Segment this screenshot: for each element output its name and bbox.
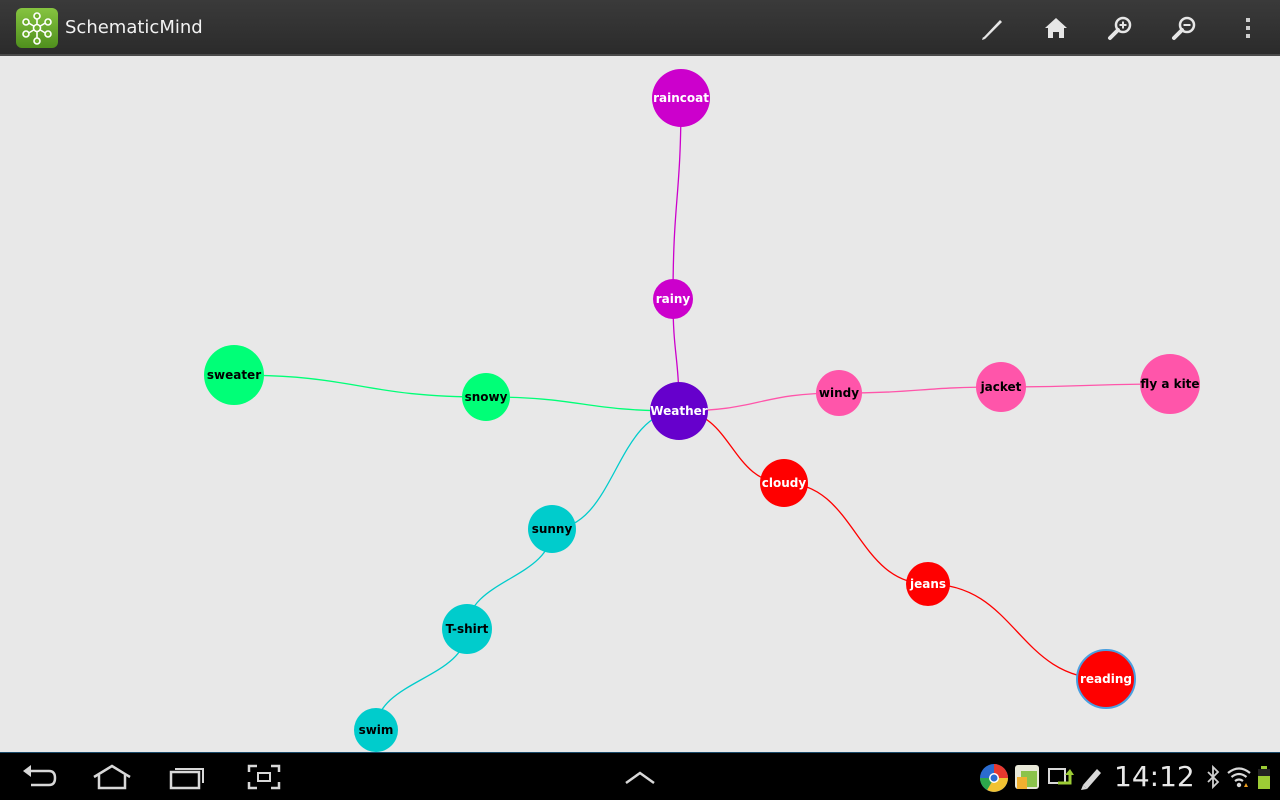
home-button[interactable] xyxy=(1032,6,1080,50)
node-sweater[interactable]: sweater xyxy=(204,345,264,405)
node-label-snowy: snowy xyxy=(465,390,508,404)
shopping-icon[interactable] xyxy=(1013,763,1041,791)
node-label-cloudy: cloudy xyxy=(762,476,807,490)
node-label-jeans: jeans xyxy=(909,577,946,591)
zoom-out-button[interactable] xyxy=(1160,6,1208,50)
edge-snowy-sweater xyxy=(233,374,487,398)
node-label-windy: windy xyxy=(819,386,859,400)
node-flyakite[interactable]: fly a kite xyxy=(1140,354,1200,414)
action-bar: SchematicMind xyxy=(0,0,1280,56)
overflow-menu-button[interactable] xyxy=(1224,6,1272,50)
mindmap-canvas[interactable]: Weather rainy raincoat snowy sweater windy jac… xyxy=(0,56,1280,752)
node-label-rainy: rainy xyxy=(656,292,691,306)
overflow-menu-icon xyxy=(1246,18,1250,38)
sync-icon[interactable] xyxy=(1046,763,1074,791)
node-weather[interactable]: Weather xyxy=(650,382,708,440)
node-tshirt[interactable]: T-shirt xyxy=(442,604,492,654)
mindmap[interactable]: Weather rainy raincoat snowy sweater windy jac… xyxy=(0,56,1280,752)
node-label-flyakite: fly a kite xyxy=(1140,377,1199,391)
node-label-jacket: jacket xyxy=(980,380,1022,394)
back-icon xyxy=(23,765,57,787)
edit-icon[interactable] xyxy=(1079,763,1103,791)
zoom-in-icon xyxy=(1108,16,1132,40)
node-label-reading: reading xyxy=(1080,672,1132,686)
zoom-in-button[interactable] xyxy=(1096,6,1144,50)
recent-apps-icon xyxy=(169,768,204,790)
edge-jeans-reading xyxy=(927,583,1107,680)
wifi-icon xyxy=(1227,767,1251,788)
node-snowy[interactable]: snowy xyxy=(462,373,510,421)
chrome-icon[interactable] xyxy=(979,763,1009,793)
screenshot-button[interactable] xyxy=(237,759,291,795)
pen-icon xyxy=(982,20,1002,40)
home-nav-button[interactable] xyxy=(85,759,139,795)
home-icon xyxy=(1045,18,1067,38)
node-label-sunny: sunny xyxy=(532,522,573,536)
bluetooth-icon xyxy=(1207,764,1220,790)
node-cloudy[interactable]: cloudy xyxy=(760,459,808,507)
schematicmind-logo-icon[interactable] xyxy=(16,8,58,48)
node-label-tshirt: T-shirt xyxy=(446,622,489,636)
node-jacket[interactable]: jacket xyxy=(976,362,1026,412)
node-reading[interactable]: reading xyxy=(1076,649,1136,709)
node-swim[interactable]: swim xyxy=(354,708,398,752)
node-sunny[interactable]: sunny xyxy=(528,505,576,553)
app-title: SchematicMind xyxy=(65,17,203,38)
node-label-swim: swim xyxy=(359,723,394,737)
node-jeans[interactable]: jeans xyxy=(906,562,950,606)
edge-cloudy-jeans xyxy=(783,482,929,585)
screenshot-icon xyxy=(247,764,281,790)
node-label-sweater: sweater xyxy=(207,368,261,382)
clock: 14:12 xyxy=(1114,760,1195,793)
edit-button[interactable] xyxy=(968,6,1016,50)
node-windy[interactable]: windy xyxy=(816,370,862,416)
system-navigation-bar: 14:12 xyxy=(0,752,1280,800)
node-label-raincoat: raincoat xyxy=(653,91,709,105)
edge-rainy-raincoat xyxy=(672,97,682,300)
zoom-out-icon xyxy=(1172,16,1196,40)
node-raincoat[interactable]: raincoat xyxy=(652,69,710,127)
node-rainy[interactable]: rainy xyxy=(653,279,693,319)
back-button[interactable] xyxy=(12,759,66,795)
recent-apps-button[interactable] xyxy=(160,759,214,795)
home-nav-icon xyxy=(93,764,131,790)
chevron-up-icon xyxy=(625,771,655,785)
node-label-weather: Weather xyxy=(650,404,707,418)
battery-icon xyxy=(1258,766,1270,789)
show-more-button[interactable] xyxy=(613,759,667,795)
